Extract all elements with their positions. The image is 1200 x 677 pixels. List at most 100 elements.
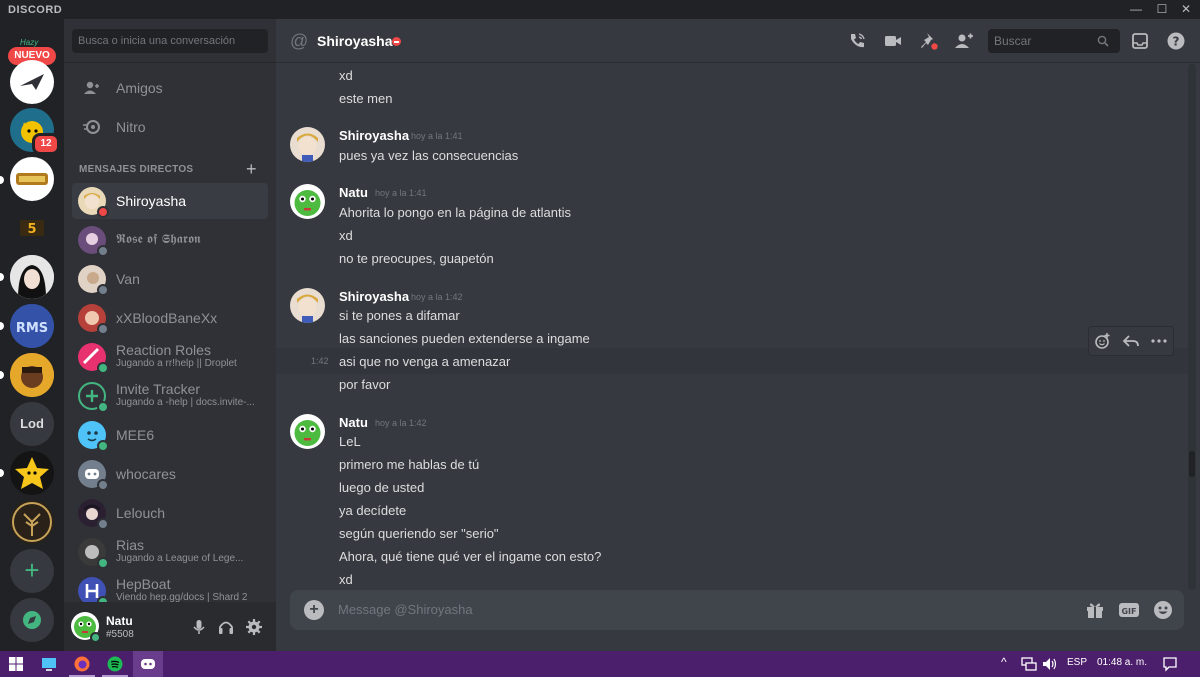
create-dm-button[interactable]: + (246, 159, 257, 180)
dm-item-shiroyasha[interactable]: Shiroyasha (72, 183, 268, 219)
server-icon-bird[interactable] (10, 60, 54, 104)
server-icon-avatar-girl[interactable] (10, 255, 54, 299)
close-button[interactable]: ✕ (1172, 0, 1200, 19)
add-friend-icon[interactable] (954, 31, 974, 51)
server-icon-character[interactable] (10, 353, 54, 397)
message-text: ya decídete (339, 503, 407, 518)
reply-icon[interactable] (1122, 332, 1140, 350)
dm-item-mee6[interactable]: MEE6 (72, 417, 268, 453)
unread-badge: 12 (32, 133, 60, 155)
dm-item-van[interactable]: Van (72, 261, 268, 297)
message-avatar[interactable] (290, 184, 325, 219)
search-icon (1097, 35, 1109, 47)
scrollbar-thumb[interactable] (1189, 451, 1195, 477)
firefox-icon[interactable] (73, 655, 91, 673)
status-offline-indicator (97, 518, 109, 530)
windows-taskbar: ^ ESP 01:48 a. m. (0, 651, 1200, 677)
dm-item-rose-of-sharon[interactable]: 𝕽𝖔𝖘𝖊 𝖔𝖋 𝕾𝖍𝖆𝖗𝖔𝖓 (72, 222, 268, 258)
dm-item-lelouch[interactable]: Lelouch (72, 495, 268, 531)
status-online-indicator (97, 440, 109, 452)
dm-item-invite-tracker[interactable]: Invite Tracker Jugando a -help | docs.in… (72, 378, 268, 414)
girl-portrait-icon (10, 255, 54, 299)
message-avatar[interactable] (290, 127, 325, 162)
status-offline-indicator (97, 245, 109, 257)
message-author[interactable]: Shiroyasha (339, 128, 409, 143)
dm-item-whocares[interactable]: whocares (72, 456, 268, 492)
message-timestamp: hoy a la 1:41 (375, 188, 427, 198)
system-clock[interactable]: 01:48 a. m. (1097, 657, 1147, 668)
dm-name: MEE6 (116, 427, 155, 443)
dm-item-xxbloodbanexx[interactable]: xXBloodBaneXx (72, 300, 268, 336)
input-language[interactable]: ESP (1067, 657, 1087, 668)
server-icon-star[interactable] (10, 451, 54, 495)
gift-icon[interactable] (1084, 599, 1106, 621)
network-icon[interactable] (1020, 655, 1038, 673)
pinned-messages-icon[interactable] (919, 31, 939, 51)
message-timestamp: hoy a la 1:42 (375, 418, 427, 428)
message-text: Ahora, qué tiene qué ver el ingame con e… (339, 549, 602, 564)
volume-icon[interactable] (1041, 655, 1059, 673)
status-offline-indicator (97, 323, 109, 335)
user-name: Natu (106, 614, 133, 628)
find-conversation-button[interactable]: Busca o inicia una conversación (72, 29, 268, 53)
gif-icon[interactable]: GIF (1118, 599, 1140, 621)
message-text: asi que no venga a amenazar (339, 354, 511, 369)
upload-attachment-button[interactable]: + (304, 600, 324, 620)
message-text: por favor (339, 377, 391, 392)
dm-activity: Jugando a -help | docs.invite-... (116, 397, 255, 408)
inbox-icon[interactable] (1130, 31, 1150, 51)
server-icon-five[interactable]: 5 (10, 206, 54, 250)
message-avatar[interactable] (290, 414, 325, 449)
desktop-icon[interactable] (40, 655, 58, 673)
star-icon (15, 457, 49, 489)
server-rail: Hazy NUEVO 12 5 RMS Lod + (0, 19, 64, 651)
message-text: si te pones a difamar (339, 308, 460, 323)
message-author[interactable]: Natu (339, 185, 368, 200)
status-offline-indicator (97, 284, 109, 296)
dm-item-reaction-roles[interactable]: Reaction Roles Jugando a rr!help || Drop… (72, 339, 268, 375)
dm-sidebar: Busca o inicia una conversación Amigos N… (64, 19, 276, 651)
video-call-icon[interactable] (883, 31, 903, 51)
scrollbar-track[interactable] (1188, 64, 1196, 590)
server-icon-tree[interactable] (10, 500, 54, 544)
nav-friends[interactable]: Amigos (72, 70, 268, 106)
message-author[interactable]: Shiroyasha (339, 289, 409, 304)
spotify-icon[interactable] (106, 655, 124, 673)
add-reaction-icon[interactable] (1094, 332, 1112, 350)
minimize-button[interactable]: — (1122, 0, 1150, 19)
discord-icon[interactable] (139, 655, 157, 673)
message-text: xd (339, 228, 353, 243)
explore-servers-button[interactable] (10, 598, 54, 642)
emoji-icon[interactable] (1152, 599, 1174, 621)
app-brand: DISCORD (8, 4, 63, 16)
message-author[interactable]: Natu (339, 415, 368, 430)
server-icon-ragnarok[interactable] (10, 157, 54, 201)
title-bar: DISCORD — ☐ ✕ (0, 0, 1200, 19)
help-icon[interactable]: ? (1166, 31, 1186, 51)
voice-call-icon[interactable] (847, 31, 867, 51)
chevron-up-icon[interactable]: ^ (1001, 655, 1007, 669)
divider (64, 62, 276, 63)
message-input[interactable]: Message @Shiroyasha (338, 602, 473, 617)
dm-activity: Jugando a rr!help || Droplet (116, 358, 237, 369)
ragnarok-logo-icon (16, 173, 48, 185)
microphone-icon[interactable] (190, 618, 208, 636)
nitro-icon (83, 120, 100, 134)
nav-nitro[interactable]: Nitro (72, 109, 268, 145)
more-options-icon[interactable] (1150, 332, 1168, 350)
message-timestamp: hoy a la 1:41 (411, 131, 463, 141)
five-emblem-icon: 5 (20, 220, 44, 237)
dm-item-rias[interactable]: Rias Jugando a League of Lege... (72, 534, 268, 570)
message-text: luego de usted (339, 480, 425, 495)
headphones-icon[interactable] (217, 618, 235, 636)
message-avatar[interactable] (290, 288, 325, 323)
message-text: xd (339, 572, 353, 587)
windows-start-icon[interactable] (7, 655, 25, 673)
notifications-icon[interactable] (1161, 655, 1179, 673)
server-icon-lod[interactable]: Lod (10, 402, 54, 446)
friends-icon (84, 81, 99, 94)
message-text: según queriendo ser "serio" (339, 526, 499, 541)
add-server-button[interactable]: + (10, 549, 54, 593)
settings-gear-icon[interactable] (245, 618, 263, 636)
server-icon-rms[interactable]: RMS (10, 304, 54, 348)
